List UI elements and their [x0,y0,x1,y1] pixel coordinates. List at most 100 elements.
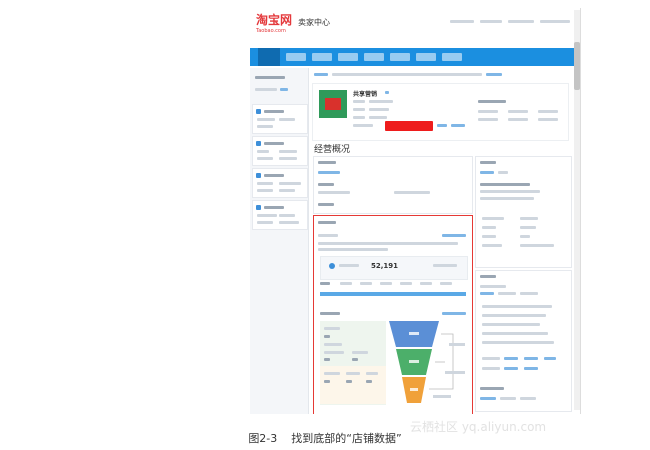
dsr-title [478,100,506,103]
sidebar-item[interactable] [257,125,273,128]
ad-link[interactable] [504,357,518,360]
todo-item[interactable] [394,191,430,194]
date-link[interactable] [442,234,466,237]
nav-tab[interactable] [286,53,306,61]
sidebar-item[interactable] [279,150,297,153]
header-link[interactable] [480,20,502,23]
sidebar-item[interactable] [257,118,275,121]
sidebar-item[interactable] [257,157,273,160]
ad-link[interactable] [524,367,538,370]
detail-link[interactable] [442,312,466,315]
panel-tab[interactable] [318,171,340,174]
shop-logo[interactable] [319,90,347,118]
nav-tab[interactable] [364,53,384,61]
sidebar-item[interactable] [257,182,273,185]
figure-caption: 图2-3 找到底部的“店铺数据” [0,430,650,446]
sidebar-label [255,76,285,79]
panel-tab[interactable] [480,171,494,174]
todo-item[interactable] [318,191,350,194]
panel-title [318,221,336,224]
header-link[interactable] [450,20,474,23]
shop-link[interactable] [451,124,465,127]
ad-item[interactable] [482,314,546,317]
ad-link[interactable] [544,357,556,360]
conversion-funnel [389,321,465,403]
panel-tab[interactable] [520,292,538,295]
nav-tab[interactable] [338,53,358,61]
nav-tab[interactable] [390,53,410,61]
sidebar-item[interactable] [257,221,273,224]
nav-tab[interactable] [442,53,462,61]
sidebar-item[interactable] [257,214,277,217]
nav-tab-home[interactable] [258,48,280,66]
ad-item[interactable] [482,341,554,344]
funnel-stage-label [409,332,419,335]
sidebar-group-title[interactable] [264,174,284,177]
metric-value [324,380,330,383]
sidebar-group-title[interactable] [264,142,284,145]
todo-panel [313,156,473,214]
shop-name[interactable]: 共享营销 [353,89,377,98]
dsr-value [478,118,498,121]
shop-meta-value [369,108,389,111]
ad-link[interactable] [524,357,538,360]
rank-column [400,282,412,285]
notice-link[interactable] [486,73,502,76]
sidebar-link[interactable] [280,88,288,91]
sidebar-item[interactable] [257,189,273,192]
sidebar-group-title[interactable] [264,206,284,209]
header-link[interactable] [508,20,534,23]
group-icon [256,109,261,114]
figure-number: 图2-3 [248,432,278,445]
nav-tab[interactable] [416,53,436,61]
taobao-logo[interactable]: 淘宝网 [256,14,292,26]
shop-link[interactable] [437,124,447,127]
panel-tab[interactable] [498,171,508,174]
section-title [318,203,334,206]
ad-item[interactable] [482,305,552,308]
top-header: 淘宝网 Taobao.com 卖家中心 [250,8,580,46]
metric-label [346,372,360,375]
panel-title [480,275,496,278]
notification-title[interactable] [480,183,530,186]
nav-tab[interactable] [312,53,332,61]
seller-center-title: 卖家中心 [298,18,330,27]
figure-text: 找到底部的“店铺数据” [291,432,402,445]
group-icon [256,141,261,146]
dsr-value [508,118,528,121]
metric-value [346,380,352,383]
section-label [482,357,500,360]
panel-tab[interactable] [480,397,496,400]
shop-meta-label [353,116,365,119]
sidebar-item[interactable] [279,214,295,217]
ad-link[interactable] [504,367,518,370]
sidebar-item[interactable] [279,221,299,224]
rank-icon [329,263,335,269]
scrollbar-thumb[interactable] [574,42,580,90]
sidebar-item[interactable] [279,157,297,160]
sidebar-item[interactable] [279,189,295,192]
sidebar-group-title[interactable] [264,110,284,113]
notification-text [480,197,534,200]
panel-tab[interactable] [498,292,516,295]
page-title: 经营概况 [314,145,351,155]
rank-column [440,282,452,285]
sidebar-item[interactable] [279,118,295,121]
sidebar-item[interactable] [257,150,269,153]
panel-tab[interactable] [520,397,536,400]
page-scrollbar[interactable] [574,10,580,410]
stat-label [339,264,359,267]
shop-data-panel[interactable]: 52,191 [313,215,473,414]
header-link[interactable] [540,20,570,23]
sidebar-item[interactable] [279,182,301,185]
panel-tab[interactable] [480,292,494,295]
stat-change [433,264,457,267]
dsr-label [508,110,528,113]
panel-tab[interactable] [500,397,516,400]
ad-item[interactable] [482,323,540,326]
funnel-rate-label [449,343,465,346]
ad-item[interactable] [482,332,548,335]
info-value [520,226,536,229]
ads-panel [475,270,572,412]
metric-label [352,351,368,354]
